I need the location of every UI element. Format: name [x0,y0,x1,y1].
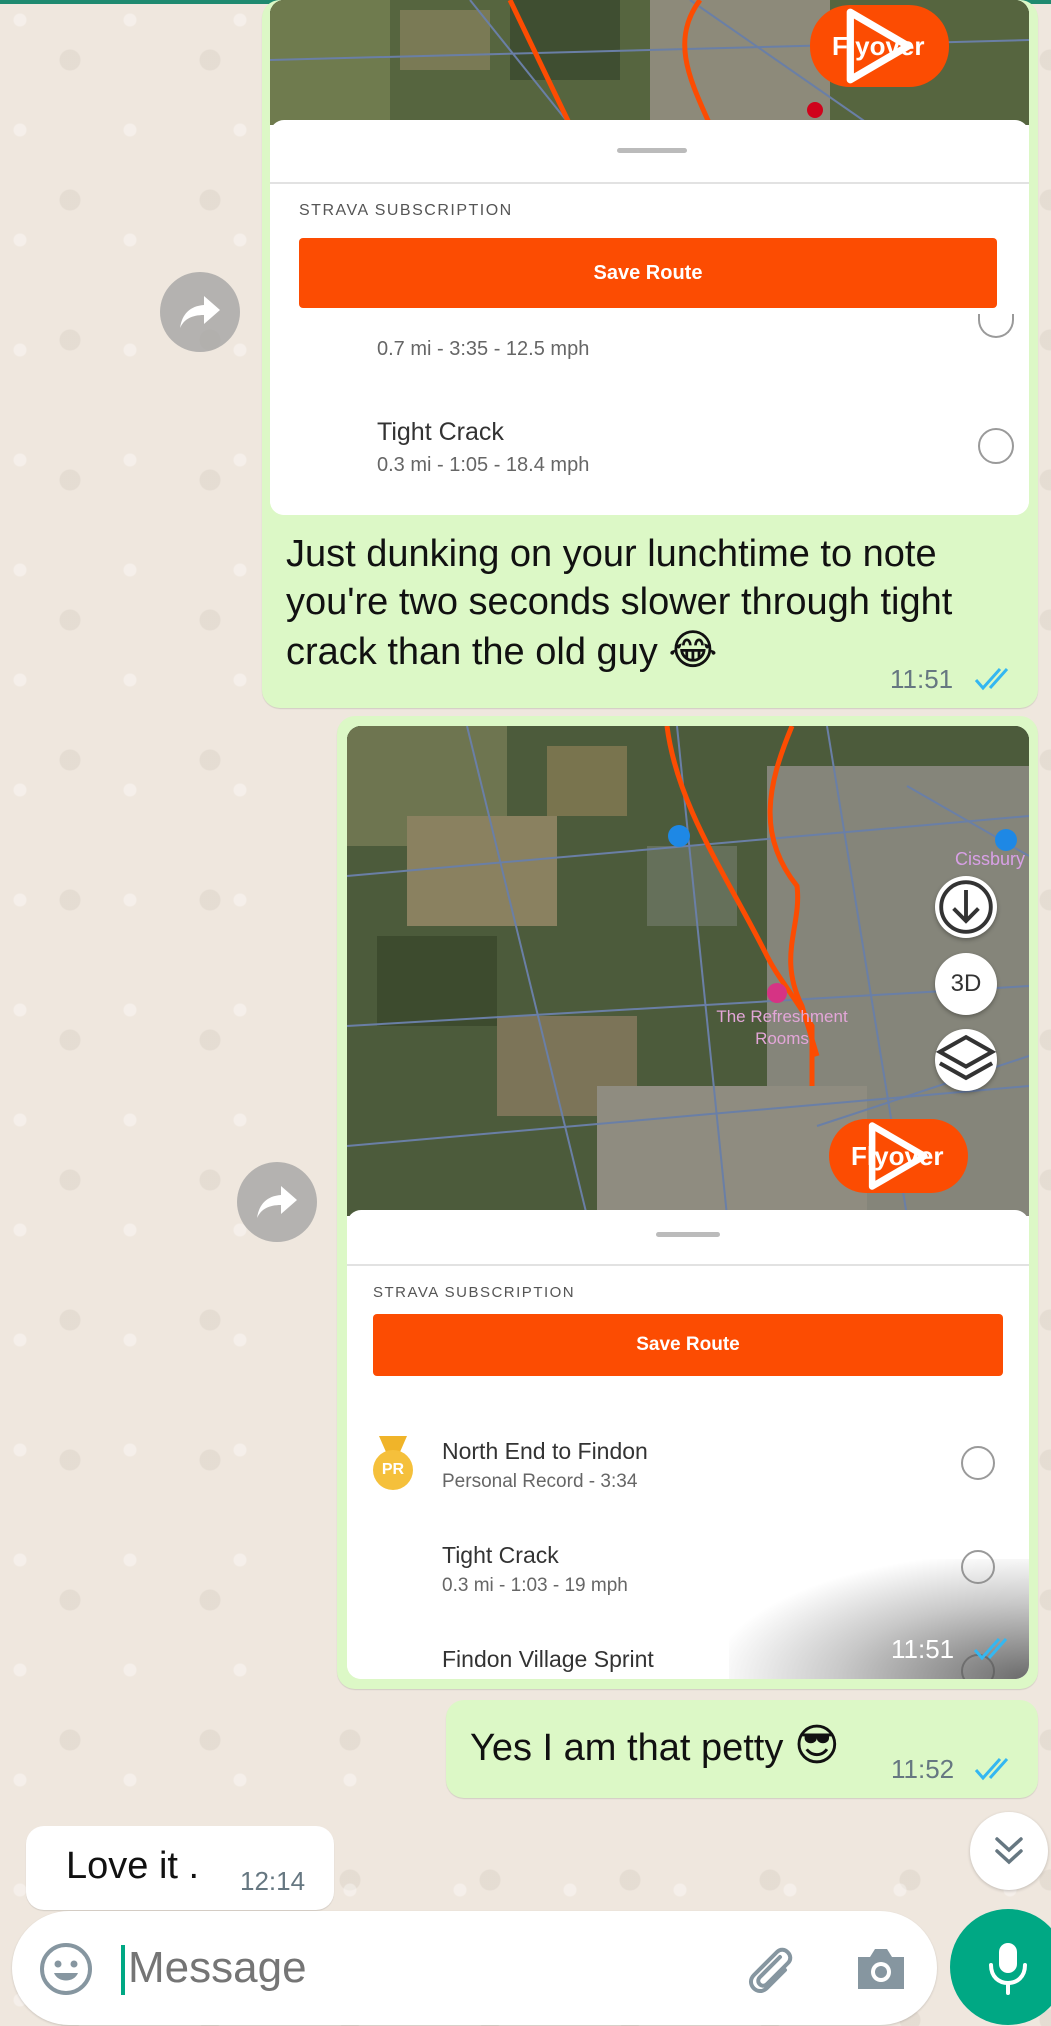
subscription-label: STRAVA SUBSCRIPTION [299,202,513,219]
pr-medal-icon: PR [373,1436,413,1490]
forward-icon [257,1186,297,1218]
paperclip-icon [748,1947,793,1994]
play-icon [846,8,912,84]
message-input[interactable] [128,1935,708,2001]
save-route-button[interactable]: Save Route [299,238,997,308]
message-2-time: 11:51 [891,1634,955,1664]
message-3-time: 11:52 [891,1754,955,1784]
flyover-button[interactable]: Flyover [810,5,949,87]
bottom-sheet: STRAVA SUBSCRIPTION Save Route 0.7 mi - … [270,120,1029,515]
segment-2-stats: 0.3 mi - 1:05 - 18.4 mph [377,454,590,476]
3d-button[interactable]: 3D [935,953,997,1015]
sheet-handle[interactable] [656,1232,720,1237]
message-2-screenshot[interactable]: Cissbury The Refreshment Rooms 3D Flyove… [347,726,1029,1679]
map-area: Cissbury The Refreshment Rooms 3D Flyove… [347,726,1029,1216]
forward-button-1[interactable] [160,272,240,352]
download-map-button[interactable] [935,876,997,938]
message-1-screenshot[interactable]: Flyover STRAVA SUBSCRIPTION Save Route 0… [270,0,1029,515]
sheet-divider [270,182,1029,184]
layers-button[interactable] [935,1029,997,1091]
scroll-to-bottom-button[interactable] [970,1812,1048,1890]
subscription-label: STRAVA SUBSCRIPTION [373,1284,576,1301]
sheet-divider [347,1264,1029,1266]
message-bubble-1[interactable]: Flyover STRAVA SUBSCRIPTION Save Route 0… [262,0,1038,708]
layers-icon [935,1034,997,1081]
double-check-read-icon [974,667,1009,691]
play-icon [868,1122,928,1190]
text-cursor [121,1945,125,1995]
bottom-sheet: STRAVA SUBSCRIPTION Save Route PR North … [347,1210,1029,1679]
map-area: Flyover [270,0,1029,125]
map-label-poi: The Refreshment Rooms [716,1007,848,1048]
segment-2-title: Tight Crack [442,1542,559,1568]
save-route-button[interactable]: Save Route [373,1314,1003,1376]
segment-2-radio[interactable] [978,428,1014,464]
emoji-button[interactable] [38,1941,94,1997]
sunglasses-emoji-icon: 😎 [793,1721,840,1770]
message-bubble-2[interactable]: Cissbury The Refreshment Rooms 3D Flyove… [337,716,1038,1689]
map-label-cissbury: Cissbury [955,849,1026,869]
flyover-button[interactable]: Flyover [829,1119,968,1193]
forward-icon [180,296,220,328]
download-icon [939,880,993,934]
segment-2-stats: 0.3 mi - 1:03 - 19 mph [442,1575,628,1596]
message-bubble-3[interactable]: Yes I am that petty 😎 11:52 [446,1700,1038,1798]
message-3-text: Yes I am that petty [470,1727,784,1769]
forward-button-2[interactable] [237,1162,317,1242]
sheet-handle[interactable] [617,148,687,153]
message-composer [12,1911,937,2025]
segment-1-stats: 0.7 mi - 3:35 - 12.5 mph [377,338,590,360]
double-check-read-icon [973,1637,1008,1661]
message-4-time: 12:14 [240,1866,306,1896]
message-3-content: Yes I am that petty 😎 [470,1722,840,1772]
message-4-text: Love it . [66,1845,200,1887]
attach-button[interactable] [740,1939,800,1999]
message-bubble-4[interactable]: Love it . 12:14 [26,1826,334,1910]
mic-icon [989,1943,1027,1995]
segment-2-title: Tight Crack [377,418,504,446]
message-1-caption: Just dunking on your lunchtime to note y… [286,530,1026,676]
camera-button[interactable] [852,1941,910,1997]
message-1-time: 11:51 [890,664,954,694]
laughing-emoji-icon: 😂 [668,626,718,673]
message-1-text: Just dunking on your lunchtime to note y… [286,533,953,673]
emoji-icon [40,1943,92,1995]
double-chevron-down-icon [995,1837,1023,1865]
segment-1-title: North End to Findon [442,1438,648,1464]
camera-icon [858,1949,904,1989]
segment-1-radio[interactable] [961,1446,995,1480]
segment-3-title: Findon Village Sprint [442,1646,654,1672]
segment-1-radio[interactable] [978,314,1014,338]
double-check-read-icon [974,1757,1009,1781]
segment-1-stats: Personal Record - 3:34 [442,1471,638,1492]
